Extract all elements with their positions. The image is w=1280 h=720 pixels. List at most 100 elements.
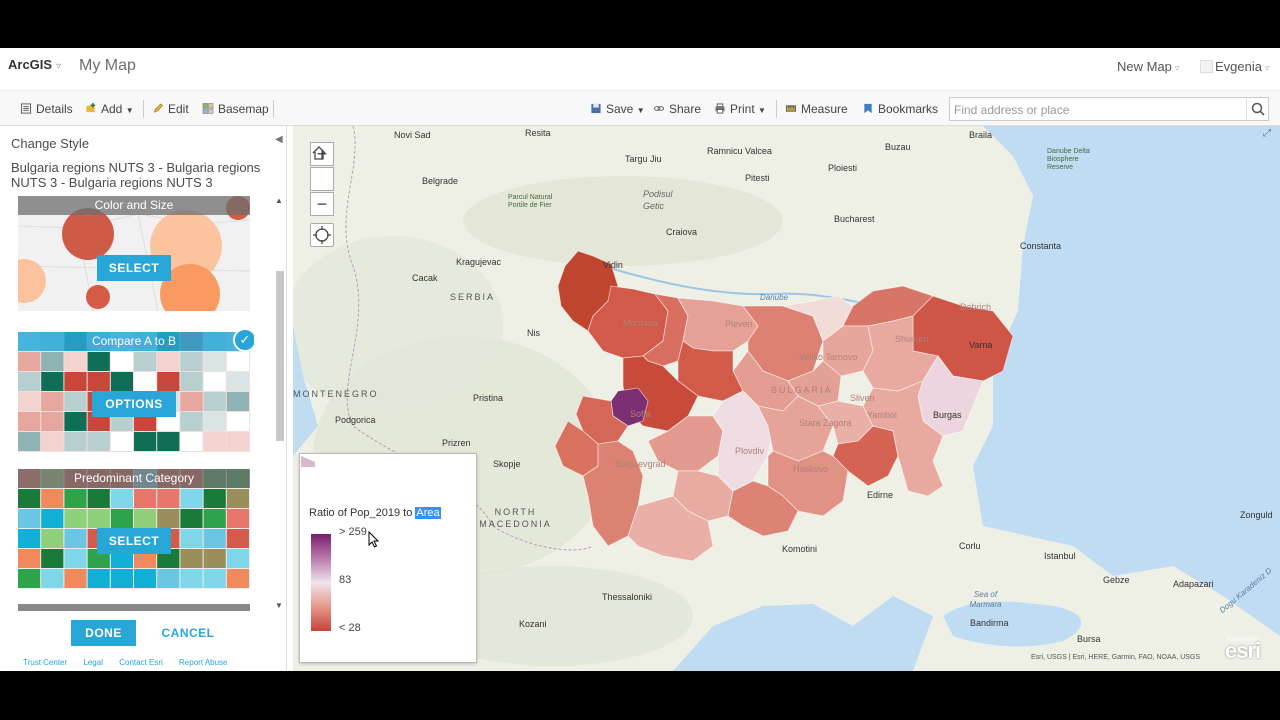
toolbar-divider — [143, 100, 144, 118]
share-button[interactable]: Share — [653, 102, 701, 116]
map-label: Ramnicu Valcea — [707, 146, 772, 156]
arcgis-menu[interactable]: ArcGIS ▿ — [8, 57, 61, 72]
caret-down-icon: ▼ — [758, 106, 766, 115]
esri-logo[interactable]: esri — [1225, 638, 1261, 664]
legal-link[interactable]: Legal — [83, 658, 103, 667]
home-button[interactable] — [310, 146, 334, 191]
map-label: Sliven — [850, 393, 875, 403]
map-label: Sea of Marmara — [969, 590, 1002, 609]
legend-low-label: < 28 — [339, 622, 361, 634]
printer-icon — [715, 103, 725, 114]
caret-down-icon: ▼ — [636, 106, 645, 115]
save-button[interactable]: Save ▼ — [590, 102, 645, 116]
style-card-color-size[interactable]: Color and Size SELECT — [18, 196, 250, 311]
map-label: Braila — [969, 130, 993, 140]
style-cards-list: Color and Size SELECT Compare A to B ✓ O… — [18, 196, 254, 611]
new-map-menu[interactable]: New Map ▿ — [1117, 59, 1179, 74]
panel-title: Change Style — [11, 136, 90, 151]
save-label: Save — [606, 102, 634, 116]
details-label: Details — [36, 102, 73, 116]
map-label: Targu Jiu — [625, 154, 662, 164]
map-label: Novi Sad — [394, 130, 431, 140]
map-label: Nis — [527, 328, 540, 338]
map-view[interactable]: Novi Sad Resita Targu Jiu Ramnicu Valcea… — [293, 126, 1280, 671]
chevron-down-icon: ▿ — [1264, 63, 1270, 73]
bookmarks-button[interactable]: Bookmarks — [862, 102, 938, 116]
caret-down-icon: ▼ — [125, 106, 134, 115]
map-label: Edirne — [867, 490, 894, 500]
select-button[interactable]: SELECT — [97, 528, 171, 554]
scroll-thumb[interactable] — [276, 271, 284, 441]
map-label: Montana — [623, 318, 659, 328]
map-label: Parcul Natural Portile de Fier — [508, 194, 553, 209]
map-label: Sofia — [630, 409, 651, 419]
map-label: Shumen — [895, 334, 929, 344]
collapse-panel-icon[interactable]: ◀ — [275, 134, 283, 145]
scroll-up-icon[interactable]: ▲ — [275, 196, 283, 205]
arcgis-brand: ArcGIS — [8, 57, 53, 72]
report-abuse-link[interactable]: Report Abuse — [179, 658, 227, 667]
ruler-icon — [785, 105, 797, 112]
contact-esri-link[interactable]: Contact Esri — [119, 658, 163, 667]
scroll-down-icon[interactable]: ▼ — [275, 601, 283, 610]
user-menu[interactable]: Evgenia ▿ — [1200, 59, 1270, 74]
map-label: Kozani — [519, 619, 547, 629]
add-label: Add — [101, 102, 123, 116]
map-label: SERBIA — [450, 292, 496, 302]
toolbar: Details Add ▼ Edit Basemap Save ▼ Share … — [0, 90, 1280, 126]
measure-button[interactable]: Measure — [785, 102, 848, 116]
map-label: Bursa — [1077, 634, 1101, 644]
style-card-next[interactable] — [18, 604, 250, 611]
basemap-label: Basemap — [218, 102, 269, 116]
map-label: Constanta — [1020, 241, 1062, 251]
color-ramp — [311, 534, 331, 631]
style-card-compare-a-to-b[interactable]: Compare A to B ✓ OPTIONS — [18, 328, 254, 452]
user-name: Evgenia — [1215, 59, 1262, 74]
measure-label: Measure — [801, 102, 848, 116]
search-button[interactable] — [1246, 98, 1268, 120]
chevron-down-icon: ▿ — [1174, 63, 1180, 73]
print-button[interactable]: Print ▼ — [714, 102, 766, 116]
map-label: Haskovo — [793, 464, 829, 474]
toolbar-divider — [273, 100, 274, 118]
map-title[interactable]: My Map — [79, 57, 136, 75]
legend-high-label: > 259 — [339, 526, 367, 538]
map-label: Podgorica — [335, 415, 376, 425]
map-label: Veliko Tarnovo — [799, 352, 858, 362]
expand-icon[interactable]: ⤢ — [1263, 128, 1275, 140]
map-label: Istanbul — [1044, 551, 1076, 561]
map-label: Pristina — [473, 393, 504, 403]
polygon-symbol-icon — [301, 456, 315, 467]
legend-title: Ratio of Pop_2019 to Area — [309, 507, 441, 519]
map-label: Craiova — [666, 227, 698, 237]
cancel-button[interactable]: CANCEL — [158, 620, 218, 646]
footer-links: Trust Center Legal Contact Esri Report A… — [23, 658, 242, 667]
map-label: Adapazari — [1173, 579, 1214, 589]
basemap-button[interactable]: Basemap — [202, 102, 269, 116]
legend-title-field: Area — [415, 507, 441, 519]
select-button[interactable]: SELECT — [97, 255, 171, 281]
details-button[interactable]: Details — [20, 102, 73, 116]
card-title: Predominant Category — [18, 469, 250, 488]
map-label: Gebze — [1103, 575, 1130, 585]
share-link-icon — [653, 106, 665, 111]
options-button[interactable]: OPTIONS — [92, 391, 176, 417]
search-input[interactable]: Find address or place — [949, 97, 1269, 121]
map-label: Vidin — [603, 260, 623, 270]
panel-scrollbar[interactable]: ▲ ▼ — [275, 196, 285, 611]
style-card-predominant-category[interactable]: Predominant Category SELECT — [18, 469, 250, 589]
add-button[interactable]: Add ▼ — [85, 102, 134, 116]
map-label: Stara Zagora — [799, 418, 852, 428]
basemap-grid-icon — [202, 103, 214, 114]
trust-center-link[interactable]: Trust Center — [23, 658, 67, 667]
layer-name: Bulgaria regions NUTS 3 - Bulgaria regio… — [11, 160, 261, 190]
zoom-out-button[interactable]: − — [310, 192, 334, 216]
map-label: Kragujevac — [456, 257, 502, 267]
locate-button[interactable] — [310, 223, 334, 247]
edit-button[interactable]: Edit — [152, 102, 189, 116]
map-label: Buzau — [885, 142, 911, 152]
pencil-icon — [153, 103, 163, 113]
done-button[interactable]: DONE — [71, 620, 136, 646]
map-label: Ploiesti — [828, 163, 858, 173]
map-label: Bandirma — [970, 618, 1009, 628]
